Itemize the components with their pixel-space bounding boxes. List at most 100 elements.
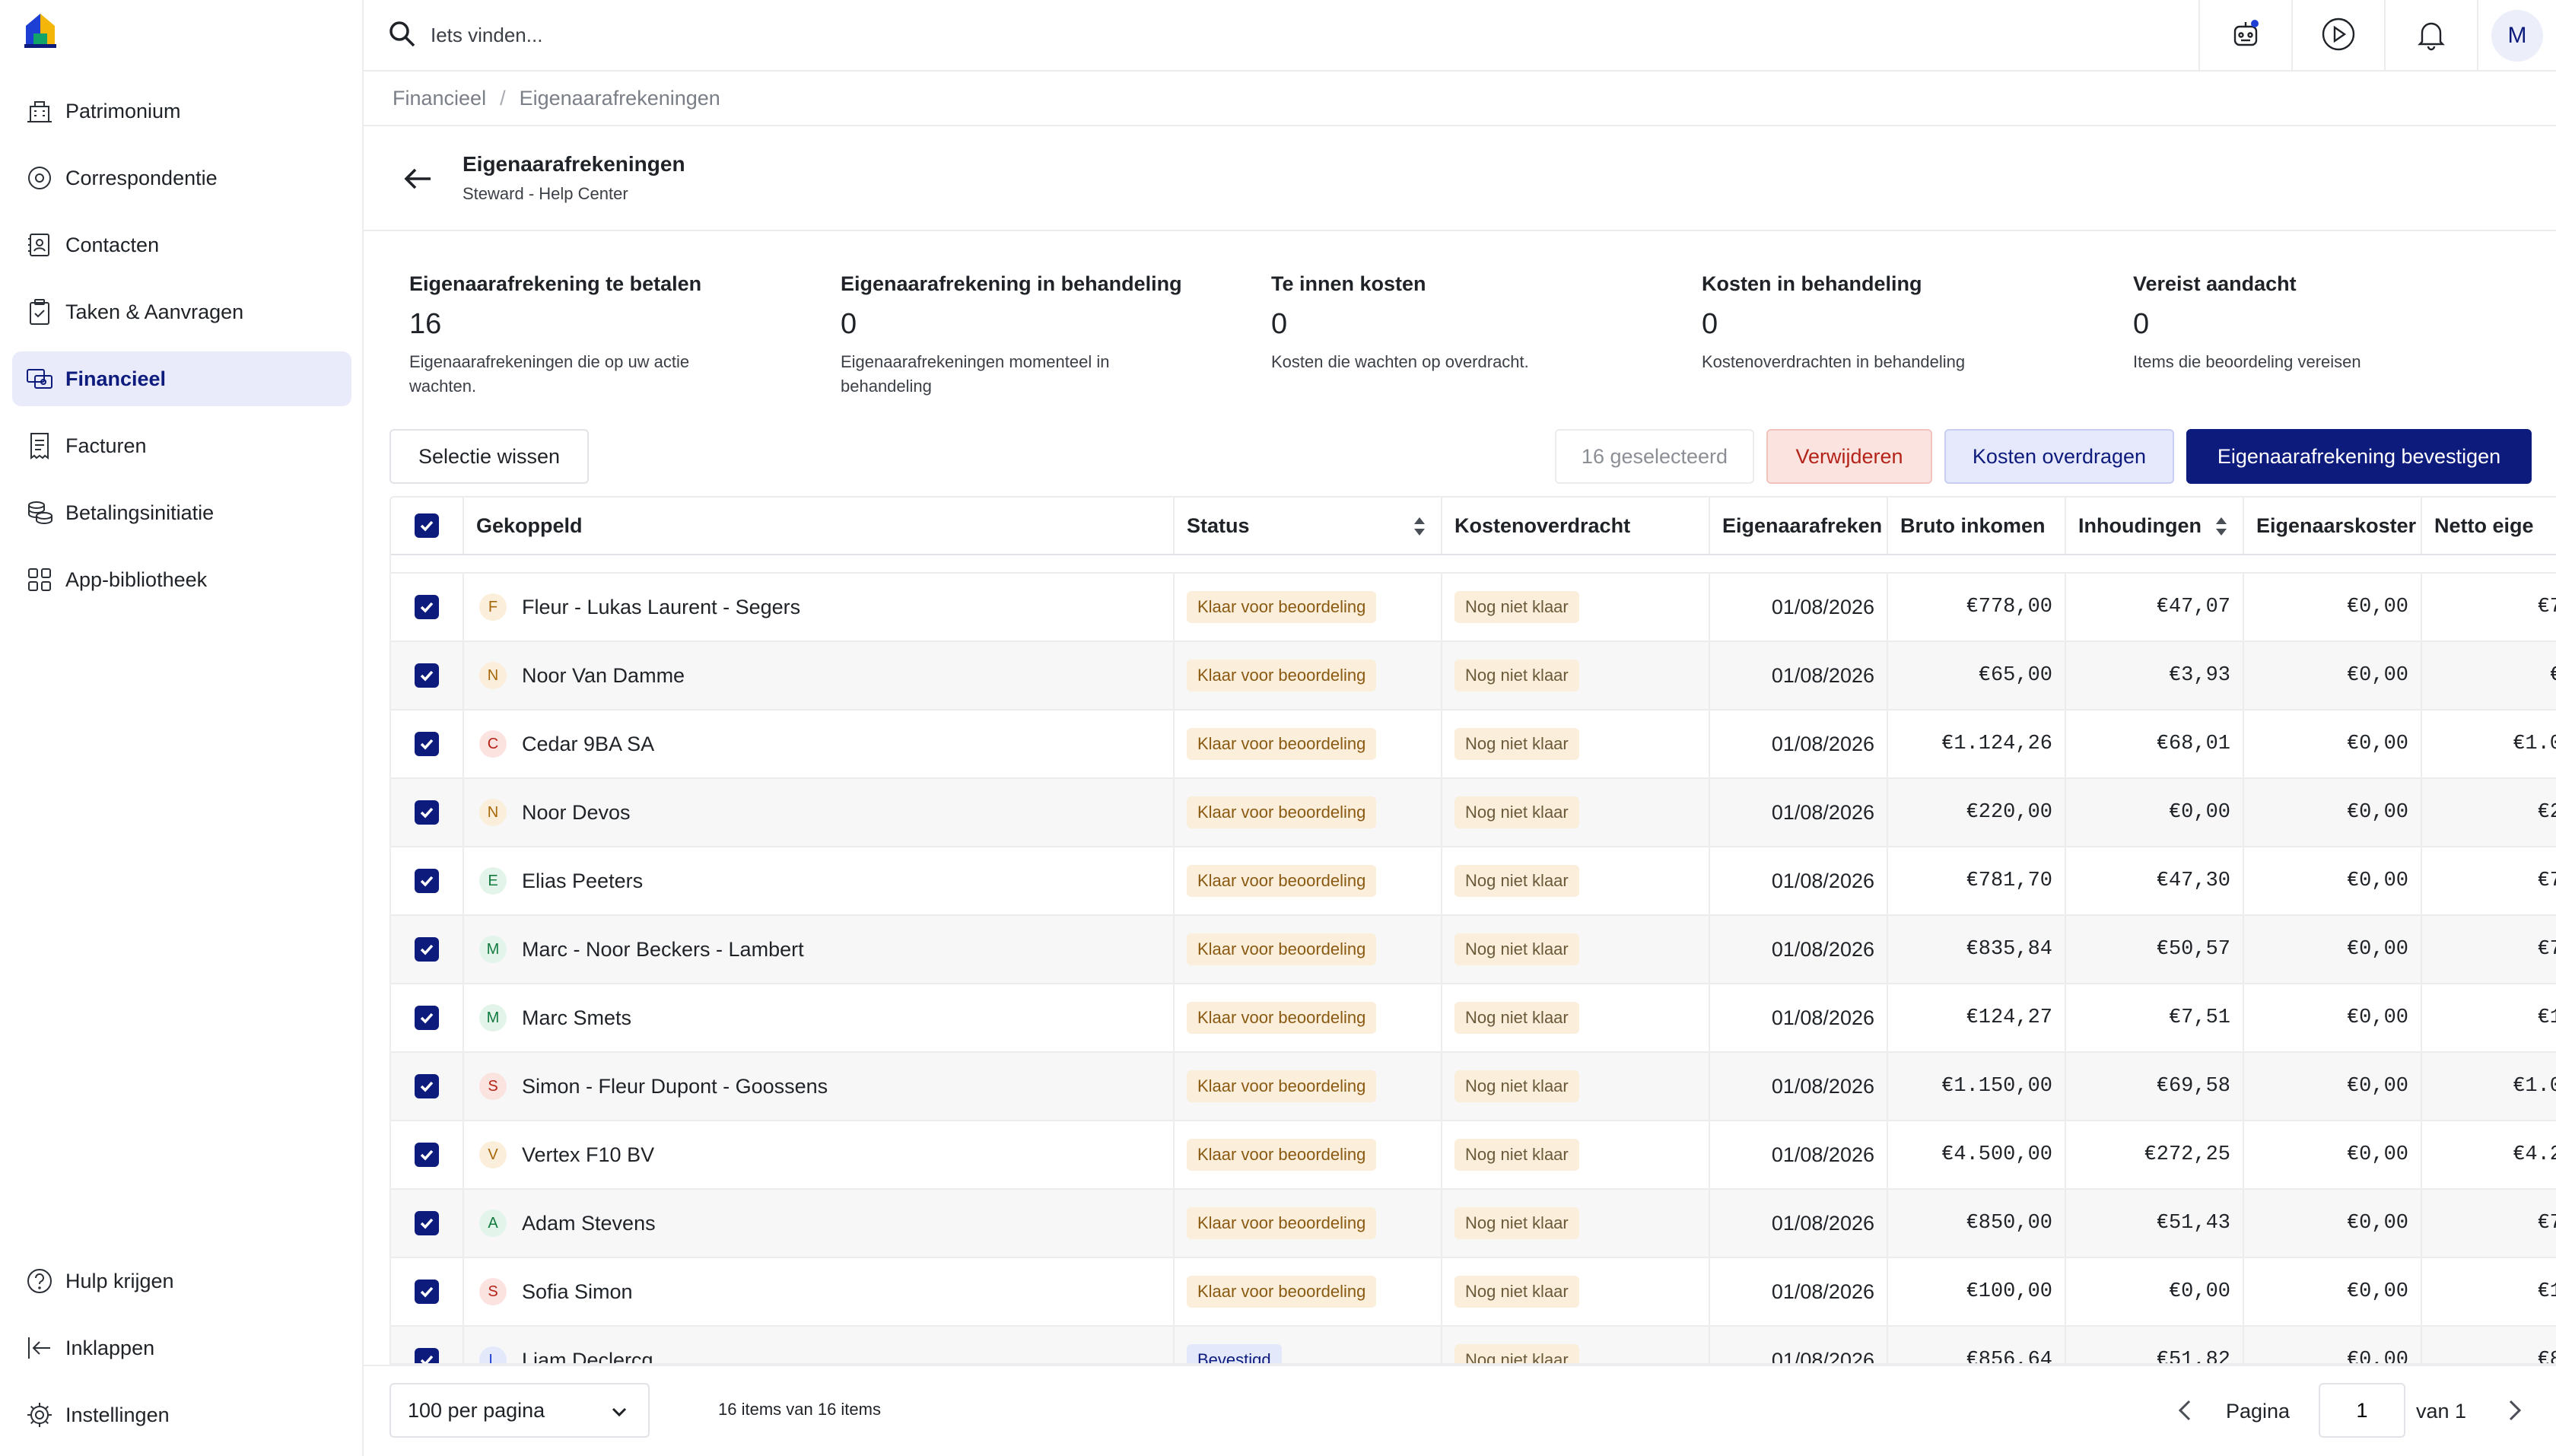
- sidebar-item-contacten[interactable]: Contacten: [12, 218, 351, 272]
- column-bruto-inkomen[interactable]: Bruto inkomen: [1888, 498, 2066, 554]
- table-row[interactable]: C Cedar 9BA SA Klaar voor beoordeling Nog n…: [391, 711, 2556, 779]
- user-menu-button[interactable]: M: [2477, 0, 2556, 72]
- column-eigenaarafrekening[interactable]: Eigenaarafreken: [1710, 498, 1888, 554]
- sidebar-item-correspondentie[interactable]: Correspondentie: [12, 151, 351, 205]
- linked-cell[interactable]: C Cedar 9BA SA: [464, 711, 1175, 777]
- table-row[interactable]: L Liam Declercq Bevestigd Nog niet klaar 01/…: [391, 1327, 2556, 1364]
- notifications-button[interactable]: [2384, 0, 2477, 72]
- linked-name[interactable]: Fleur - Lukas Laurent - Segers: [522, 596, 800, 619]
- row-checkbox[interactable]: [415, 663, 439, 688]
- sidebar-item-betalingsinitiatie[interactable]: Betalingsinitiatie: [12, 485, 351, 540]
- checkbox-checked[interactable]: [415, 513, 439, 538]
- back-arrow-icon[interactable]: [400, 161, 435, 196]
- row-checkbox[interactable]: [415, 1074, 439, 1098]
- linked-name[interactable]: Marc - Noor Beckers - Lambert: [522, 938, 804, 962]
- linked-name[interactable]: Adam Stevens: [522, 1212, 656, 1235]
- linked-cell[interactable]: S Sofia Simon: [464, 1258, 1175, 1325]
- table-row[interactable]: S Sofia Simon Klaar voor beoordeling Nog ni…: [391, 1258, 2556, 1327]
- linked-cell[interactable]: N Noor Van Damme: [464, 642, 1175, 709]
- row-checkbox[interactable]: [415, 1211, 439, 1235]
- row-checkbox-cell[interactable]: [391, 916, 464, 983]
- row-checkbox-cell[interactable]: [391, 1327, 464, 1363]
- per-page-select[interactable]: 100 per pagina: [389, 1383, 650, 1438]
- table-row[interactable]: M Marc Smets Klaar voor beoordeling Nog nie…: [391, 984, 2556, 1053]
- linked-name[interactable]: Vertex F10 BV: [522, 1143, 654, 1167]
- linked-name[interactable]: Elias Peeters: [522, 869, 643, 893]
- row-checkbox[interactable]: [415, 1006, 439, 1030]
- tutorial-video-button[interactable]: [2291, 0, 2384, 72]
- linked-name[interactable]: Sofia Simon: [522, 1280, 633, 1304]
- select-all-checkbox[interactable]: [391, 498, 464, 554]
- row-checkbox-cell[interactable]: [391, 779, 464, 846]
- confirm-settlement-button[interactable]: Eigenaarafrekening bevestigen: [2186, 429, 2532, 484]
- column-status[interactable]: Status: [1175, 498, 1442, 554]
- column-gekoppeld[interactable]: Gekoppeld: [464, 498, 1175, 554]
- page-number-input[interactable]: [2319, 1383, 2405, 1438]
- table-row[interactable]: S Simon - Fleur Dupont - Goossens Klaar vo…: [391, 1053, 2556, 1121]
- linked-name[interactable]: Cedar 9BA SA: [522, 733, 654, 756]
- column-kostenoverdracht[interactable]: Kostenoverdracht: [1442, 498, 1710, 554]
- linked-cell[interactable]: M Marc Smets: [464, 984, 1175, 1051]
- row-checkbox-cell[interactable]: [391, 1190, 464, 1257]
- clear-selection-button[interactable]: Selectie wissen: [389, 429, 589, 484]
- linked-name[interactable]: Noor Devos: [522, 801, 631, 825]
- linked-cell[interactable]: S Simon - Fleur Dupont - Goossens: [464, 1053, 1175, 1120]
- row-checkbox-cell[interactable]: [391, 642, 464, 709]
- assistant-button[interactable]: [2198, 0, 2291, 72]
- row-checkbox[interactable]: [415, 1143, 439, 1167]
- table-row[interactable]: V Vertex F10 BV Klaar voor beoordeling Nog …: [391, 1121, 2556, 1190]
- linked-cell[interactable]: N Noor Devos: [464, 779, 1175, 846]
- settings-button[interactable]: Instellingen: [12, 1388, 351, 1442]
- row-checkbox[interactable]: [415, 732, 439, 756]
- row-checkbox[interactable]: [415, 1348, 439, 1363]
- row-checkbox[interactable]: [415, 1280, 439, 1304]
- linked-cell[interactable]: A Adam Stevens: [464, 1190, 1175, 1257]
- sidebar-item-facturen[interactable]: Facturen: [12, 418, 351, 473]
- sort-icon[interactable]: [1412, 516, 1427, 537]
- linked-cell[interactable]: M Marc - Noor Beckers - Lambert: [464, 916, 1175, 983]
- linked-cell[interactable]: L Liam Declercq: [464, 1327, 1175, 1364]
- row-checkbox[interactable]: [415, 869, 439, 893]
- app-logo[interactable]: [23, 11, 58, 49]
- chevron-left-icon[interactable]: [2174, 1395, 2195, 1426]
- row-checkbox-cell[interactable]: [391, 574, 464, 641]
- linked-name[interactable]: Simon - Fleur Dupont - Goossens: [522, 1075, 828, 1098]
- row-checkbox-cell[interactable]: [391, 1258, 464, 1325]
- linked-cell[interactable]: V Vertex F10 BV: [464, 1121, 1175, 1188]
- help-button[interactable]: Hulp krijgen: [12, 1254, 351, 1308]
- linked-name[interactable]: Marc Smets: [522, 1006, 631, 1030]
- row-checkbox-cell[interactable]: [391, 1121, 464, 1188]
- column-inhoudingen[interactable]: Inhoudingen: [2066, 498, 2244, 554]
- column-netto-eigenaar[interactable]: Netto eige: [2422, 498, 2556, 554]
- table-row[interactable]: F Fleur - Lukas Laurent - Segers Klaar voo…: [391, 574, 2556, 642]
- linked-name[interactable]: Liam Declercq: [522, 1349, 653, 1364]
- collapse-button[interactable]: Inklappen: [12, 1321, 351, 1375]
- row-checkbox[interactable]: [415, 595, 439, 619]
- table-row[interactable]: E Elias Peeters Klaar voor beoordeling Nog …: [391, 847, 2556, 916]
- column-eigenaarskosten[interactable]: Eigenaarskoster: [2244, 498, 2422, 554]
- table-row[interactable]: N Noor Devos Klaar voor beoordeling Nog nie…: [391, 779, 2556, 847]
- sidebar-item-financieel[interactable]: Financieel: [12, 351, 351, 406]
- row-checkbox-cell[interactable]: [391, 984, 464, 1051]
- search-input[interactable]: [431, 17, 1572, 53]
- linked-cell[interactable]: E Elias Peeters: [464, 847, 1175, 914]
- sidebar-item-patrimonium[interactable]: Patrimonium: [12, 84, 351, 138]
- row-checkbox-cell[interactable]: [391, 847, 464, 914]
- sort-icon[interactable]: [2214, 516, 2229, 537]
- table-row[interactable]: N Noor Van Damme Klaar voor beoordeling Nog…: [391, 642, 2556, 711]
- row-checkbox[interactable]: [415, 800, 439, 825]
- sidebar-item-app-bibliotheek[interactable]: App-bibliotheek: [12, 552, 351, 607]
- row-checkbox-cell[interactable]: [391, 1053, 464, 1120]
- transfer-costs-button[interactable]: Kosten overdragen: [1944, 429, 2174, 484]
- chevron-right-icon[interactable]: [2504, 1395, 2526, 1426]
- table-row[interactable]: A Adam Stevens Klaar voor beoordeling Nog n…: [391, 1190, 2556, 1258]
- linked-cell[interactable]: F Fleur - Lukas Laurent - Segers: [464, 574, 1175, 641]
- table-row[interactable]: M Marc - Noor Beckers - Lambert Klaar voor…: [391, 916, 2556, 984]
- sidebar-item-taken-aanvragen[interactable]: Taken & Aanvragen: [12, 285, 351, 339]
- row-checkbox[interactable]: [415, 937, 439, 962]
- row-checkbox-cell[interactable]: [391, 711, 464, 777]
- breadcrumb-financieel[interactable]: Financieel: [393, 87, 486, 110]
- delete-button[interactable]: Verwijderen: [1766, 429, 1932, 484]
- stat-value: 0: [1271, 308, 1288, 340]
- linked-name[interactable]: Noor Van Damme: [522, 664, 685, 688]
